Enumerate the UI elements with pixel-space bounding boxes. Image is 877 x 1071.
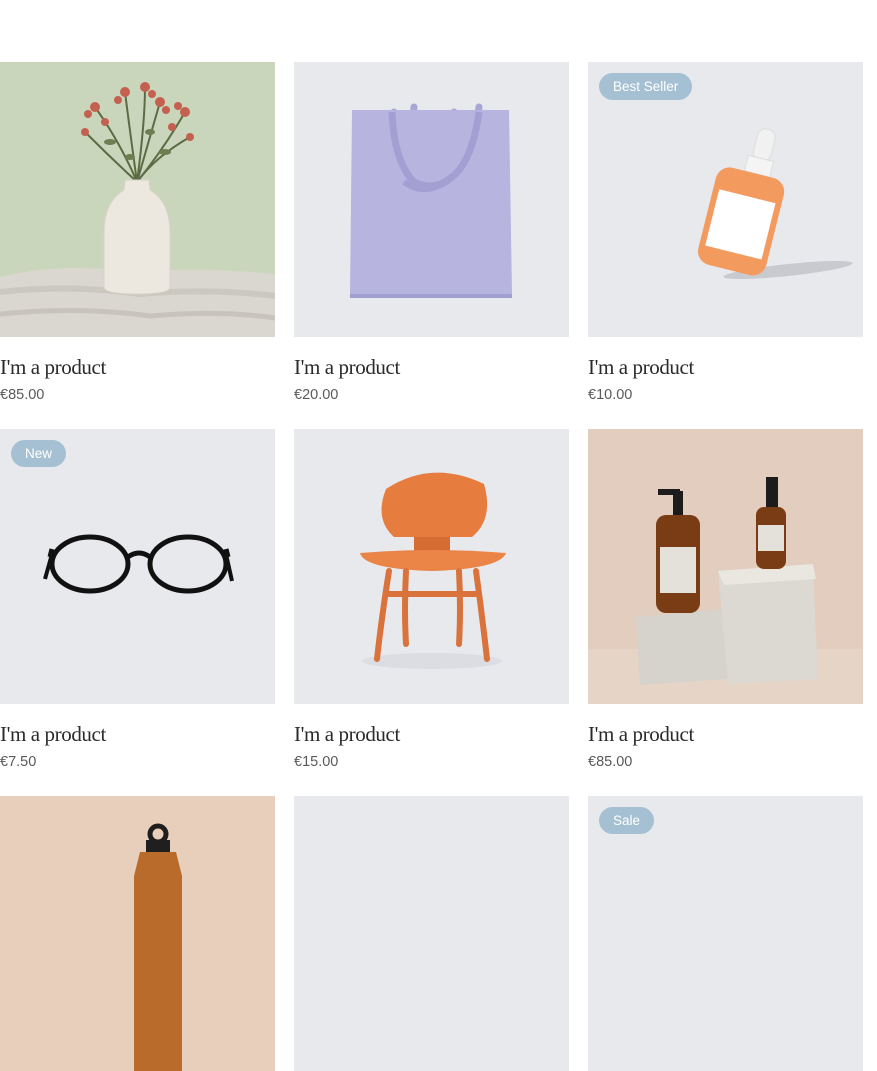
product-image[interactable]: Best Seller <box>588 62 863 337</box>
product-card[interactable]: I'm a product €20.00 <box>294 62 569 403</box>
product-card[interactable]: I'm a product €85.00 <box>0 62 275 403</box>
new-badge: New <box>11 440 67 467</box>
product-card[interactable]: I'm a product €85.00 <box>588 429 863 770</box>
product-card[interactable] <box>294 796 569 1071</box>
amber-pump-bottles-image <box>588 429 863 704</box>
lavender-tote-bag-image <box>350 103 512 298</box>
amber-water-bottle-image <box>0 796 275 1071</box>
product-card[interactable]: New I'm a product €7.50 <box>0 429 275 770</box>
product-price: €85.00 <box>0 387 45 403</box>
best-seller-badge: Best Seller <box>599 73 693 100</box>
product-card[interactable]: I'm a product €15.00 <box>294 429 569 770</box>
product-card[interactable]: Best Seller I'm a product €10.00 <box>588 62 863 403</box>
eyeglasses-image <box>43 534 234 594</box>
product-image[interactable] <box>588 429 863 704</box>
product-image[interactable] <box>294 796 569 1071</box>
product-title[interactable]: I'm a product <box>294 355 400 380</box>
product-title[interactable]: I'm a product <box>0 722 106 747</box>
dried-flowers-vase-image <box>0 62 275 337</box>
product-image[interactable]: Sale <box>588 796 863 1071</box>
product-title[interactable]: I'm a product <box>588 355 694 380</box>
sale-badge: Sale <box>599 807 655 834</box>
product-image[interactable] <box>294 62 569 337</box>
product-title[interactable]: I'm a product <box>588 722 694 747</box>
product-price: €85.00 <box>588 754 633 770</box>
product-price: €7.50 <box>0 754 37 770</box>
product-card[interactable]: Sale <box>588 796 863 1071</box>
product-title[interactable]: I'm a product <box>294 722 400 747</box>
product-image[interactable] <box>0 796 275 1071</box>
product-title[interactable]: I'm a product <box>0 355 106 380</box>
product-gallery: I'm a product €85.00 I'm a product €20.0… <box>0 0 877 1071</box>
product-price: €20.00 <box>294 387 339 403</box>
product-image[interactable] <box>294 429 569 704</box>
product-image[interactable] <box>0 62 275 337</box>
product-image[interactable]: New <box>0 429 275 704</box>
product-card[interactable] <box>0 796 275 1071</box>
serum-dropper-bottle-image <box>698 128 853 280</box>
wooden-chair-image <box>360 472 506 669</box>
product-price: €10.00 <box>588 387 633 403</box>
product-price: €15.00 <box>294 754 339 770</box>
